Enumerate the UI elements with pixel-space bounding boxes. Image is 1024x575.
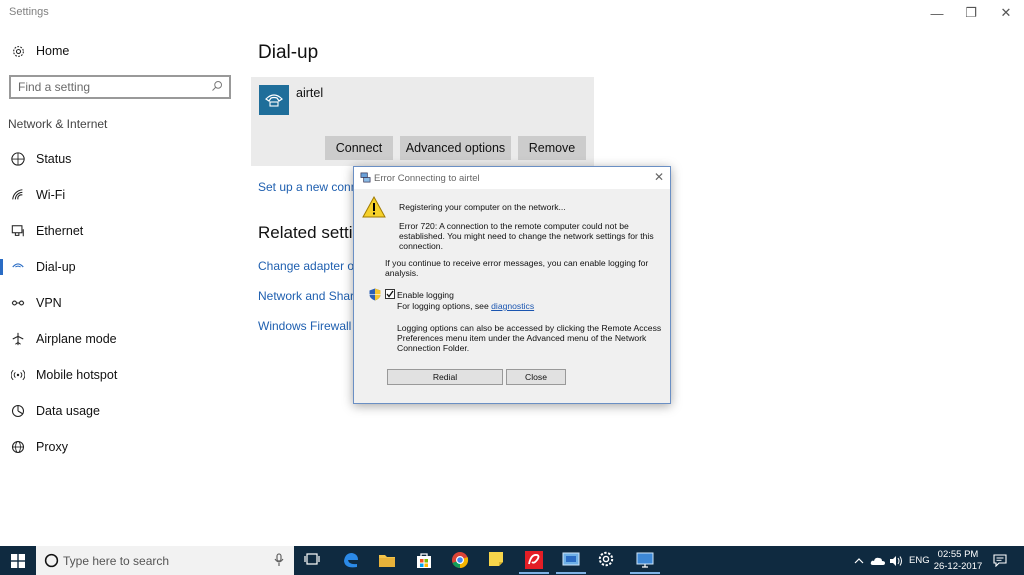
- title-bar: Settings — ❐ ✕: [0, 0, 1024, 28]
- sticky-notes-icon[interactable]: [488, 551, 506, 569]
- volume-icon[interactable]: [889, 546, 904, 575]
- microphone-icon[interactable]: [274, 553, 284, 570]
- vpn-icon: [11, 296, 25, 310]
- error-message-line3: connection.: [399, 241, 443, 251]
- sidebar-item-label: VPN: [36, 296, 62, 310]
- sidebar-item-airplane-mode[interactable]: Airplane mode: [0, 322, 240, 356]
- sidebar-item-label: Status: [36, 152, 72, 166]
- clock-date: 26-12-2017: [933, 561, 983, 572]
- chrome-icon[interactable]: [451, 551, 469, 569]
- cortana-circle-icon: [44, 553, 59, 571]
- access-text-line1: Logging options can also be accessed by …: [397, 323, 662, 333]
- change-adapter-link[interactable]: Change adapter options: [258, 259, 354, 273]
- error-message-line1: Error 720: A connection to the remote co…: [399, 221, 629, 231]
- sidebar-item-label: Airplane mode: [36, 332, 117, 346]
- settings-window: Settings — ❐ ✕ Home Find a setting Netwo…: [0, 0, 1024, 546]
- redial-button[interactable]: Redial: [387, 369, 503, 385]
- sidebar-item-label: Dial-up: [36, 260, 76, 274]
- task-view-icon[interactable]: [304, 551, 322, 569]
- wifi-icon: [11, 188, 25, 202]
- taskbar: Type here to search ENG 02:55 PM 26-12-2…: [0, 546, 1024, 575]
- home-nav[interactable]: Home: [0, 34, 240, 68]
- logging-options-text: For logging options, see diagnostics: [397, 301, 534, 311]
- sidebar-item-status[interactable]: Status: [0, 142, 240, 176]
- globe-icon: [11, 440, 25, 454]
- dialog-close-icon[interactable]: ✕: [654, 170, 664, 184]
- airtel-app-icon[interactable]: [519, 551, 549, 574]
- connection-card[interactable]: airtel Connect Advanced options Remove: [251, 77, 594, 166]
- clock[interactable]: 02:55 PM 26-12-2017: [928, 549, 988, 573]
- diagnostics-link[interactable]: diagnostics: [491, 301, 534, 311]
- dialog-title: Error Connecting to airtel: [374, 172, 480, 184]
- access-text-line3: Connection Folder.: [397, 343, 470, 353]
- network-sharing-link[interactable]: Network and Sharing Center: [258, 289, 354, 303]
- related-settings-title: Related settings: [258, 223, 353, 242]
- search-icon: [211, 80, 223, 95]
- dialog-status-text: Registering your computer on the network…: [399, 202, 566, 212]
- app-title: Settings: [9, 6, 49, 18]
- sidebar-item-wifi[interactable]: Wi-Fi: [0, 178, 240, 212]
- sidebar-item-mobile-hotspot[interactable]: Mobile hotspot: [0, 358, 240, 392]
- sidebar-item-label: Proxy: [36, 440, 68, 454]
- section-title: Network & Internet: [8, 117, 108, 131]
- logging-options-prefix: For logging options, see: [397, 301, 492, 311]
- gear-icon: [11, 44, 25, 58]
- data-usage-icon: [11, 404, 25, 418]
- phone-icon: [259, 85, 289, 115]
- sidebar-item-proxy[interactable]: Proxy: [0, 430, 240, 464]
- advanced-options-button[interactable]: Advanced options: [400, 136, 511, 160]
- sidebar-item-ethernet[interactable]: Ethernet: [0, 214, 240, 248]
- setup-connection-link[interactable]: Set up a new connection: [258, 180, 354, 194]
- action-center-icon[interactable]: [993, 546, 1007, 575]
- file-explorer-icon[interactable]: [378, 551, 396, 569]
- sidebar-item-label: Data usage: [36, 404, 100, 418]
- remove-button[interactable]: Remove: [518, 136, 586, 160]
- restore-button[interactable]: ❐: [954, 0, 988, 26]
- sidebar-item-label: Wi-Fi: [36, 188, 66, 202]
- logging-hint-line1: If you continue to receive error message…: [385, 258, 649, 268]
- windows-firewall-link[interactable]: Windows Firewall: [258, 319, 351, 333]
- settings-gear-icon[interactable]: [598, 551, 616, 569]
- sidebar-item-label: Mobile hotspot: [36, 368, 118, 382]
- page-title: Dial-up: [258, 42, 319, 63]
- connection-name: airtel: [296, 86, 324, 100]
- windows-start-icon[interactable]: [11, 554, 25, 573]
- dialog-close-button[interactable]: Close: [506, 369, 566, 385]
- dialog-title-bar: Error Connecting to airtel ✕: [354, 167, 670, 189]
- remote-desktop-icon[interactable]: [630, 551, 660, 574]
- hotspot-icon: [11, 368, 25, 382]
- taskbar-search-input[interactable]: Type here to search: [36, 546, 294, 575]
- logging-hint-line2: analysis.: [385, 268, 419, 278]
- sidebar-item-vpn[interactable]: VPN: [0, 286, 240, 320]
- airplane-icon: [11, 332, 25, 346]
- clock-time: 02:55 PM: [937, 549, 979, 560]
- home-label: Home: [36, 44, 70, 58]
- edge-browser-icon[interactable]: [342, 551, 360, 569]
- network-connections-icon[interactable]: [556, 551, 586, 574]
- store-icon[interactable]: [415, 551, 433, 569]
- error-message-line2: established. You might need to change th…: [399, 231, 654, 241]
- connect-button[interactable]: Connect: [325, 136, 393, 160]
- taskbar-search-placeholder: Type here to search: [63, 553, 170, 568]
- sidebar-item-dialup[interactable]: Dial-up: [0, 250, 240, 284]
- close-window-button[interactable]: ✕: [989, 0, 1023, 26]
- access-text-line2: Preferences menu item under the Advanced…: [397, 333, 647, 343]
- uac-shield-icon: [369, 288, 381, 306]
- status-icon: [11, 152, 25, 166]
- language-indicator[interactable]: ENG: [909, 546, 930, 575]
- settings-search-input[interactable]: Find a setting: [9, 75, 231, 99]
- chevron-up-icon[interactable]: [854, 546, 864, 575]
- search-placeholder: Find a setting: [18, 80, 91, 94]
- sidebar-item-data-usage[interactable]: Data usage: [0, 394, 240, 428]
- onedrive-cloud-icon[interactable]: [870, 546, 886, 575]
- network-icon: [360, 172, 371, 186]
- warning-icon: [362, 195, 386, 223]
- sidebar-item-label: Ethernet: [36, 224, 84, 238]
- enable-logging-checkbox[interactable]: [385, 289, 395, 299]
- dialup-icon: [11, 260, 25, 274]
- enable-logging-label[interactable]: Enable logging: [397, 290, 454, 300]
- ethernet-icon: [11, 224, 25, 238]
- minimize-button[interactable]: —: [920, 0, 954, 26]
